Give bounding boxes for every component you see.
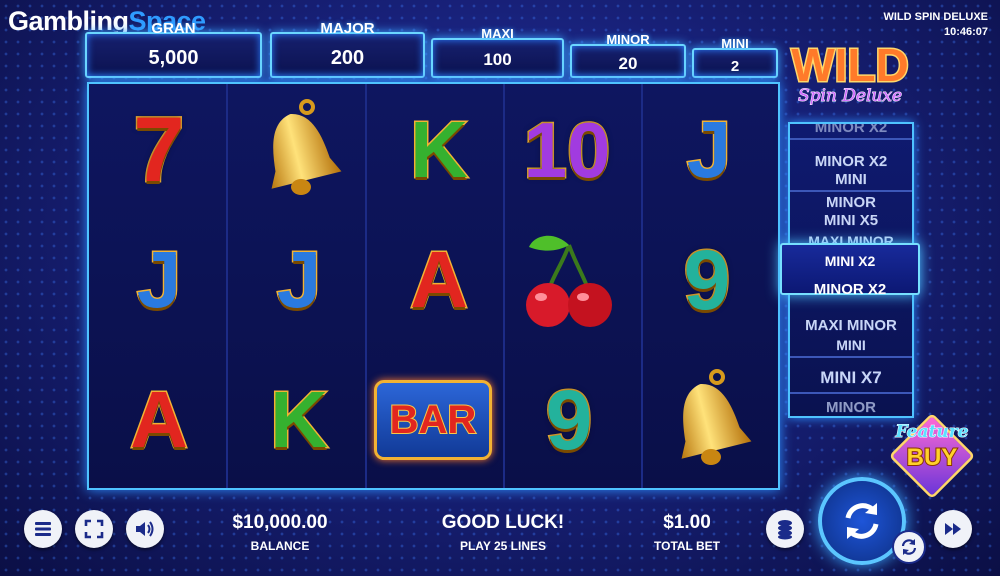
- logo-subtitle: Spin Deluxe: [797, 86, 903, 107]
- jackpot-label: MAJOR: [320, 20, 375, 37]
- ladder-item: MINOR: [826, 194, 876, 211]
- jackpot-grand: GRAN 5,000: [85, 20, 262, 78]
- bet-display: $1.00 TOTAL BET: [628, 512, 746, 553]
- jackpot-value: 200: [330, 47, 365, 69]
- ladder-active-item: MINI X2 MINOR X2: [780, 243, 920, 295]
- wild-spin-deluxe-logo: WILD Spin Deluxe: [786, 39, 914, 107]
- ladder-item: MINI: [835, 171, 867, 188]
- status-message: GOOD LUCK!: [441, 512, 565, 533]
- symbol-j: J: [685, 104, 733, 196]
- ladder-item: MAXI MINOR: [805, 317, 897, 334]
- jackpot-value: 20: [618, 54, 638, 73]
- jackpot-mini: MINI 2: [692, 36, 778, 78]
- jackpot-minor: MINOR 20: [570, 32, 686, 78]
- speaker-icon: [136, 521, 154, 537]
- reel-grid: 7 K 10 J J J A 9 A K BAR 9: [87, 82, 780, 490]
- reel-divider: [503, 84, 505, 488]
- message-display: GOOD LUCK! PLAY 25 LINES: [418, 512, 588, 553]
- bar-text: BAR: [389, 397, 478, 443]
- symbol-a: A: [409, 234, 470, 326]
- fullscreen-icon: [84, 519, 104, 539]
- ladder-item: MINOR X2: [814, 122, 888, 136]
- reel-divider: [641, 84, 643, 488]
- fullscreen-button[interactable]: [75, 510, 113, 548]
- jackpot-label: MAXI: [481, 26, 514, 41]
- lines-label: PLAY 25 LINES: [459, 539, 547, 553]
- symbol-seven: 7: [132, 97, 186, 202]
- game-title: WILD SPIN DELUXE: [883, 11, 988, 23]
- fast-forward-icon: [945, 523, 961, 535]
- bet-settings-button[interactable]: [766, 510, 804, 548]
- menu-button[interactable]: [24, 510, 62, 548]
- ladder-item: MINI: [836, 337, 866, 353]
- ladder-item: MINOR X2: [814, 153, 888, 170]
- ladder-item: MINOR: [826, 399, 876, 416]
- symbol-a: A: [129, 374, 190, 466]
- turbo-button[interactable]: [934, 510, 972, 548]
- reel-divider: [365, 84, 367, 488]
- autoplay-icon: [901, 539, 917, 555]
- ladder-item: MINI X7: [820, 368, 882, 387]
- clock: 10:46:07: [943, 26, 988, 38]
- ladder-active-below: MINOR X2: [813, 281, 887, 295]
- jackpot-major: MAJOR 200: [270, 20, 425, 78]
- symbol-k: K: [409, 104, 470, 196]
- cherries-symbol-icon: [509, 220, 629, 340]
- feature-buy-line2: BUY: [906, 443, 959, 472]
- jackpot-maxi: MAXI 100: [431, 26, 564, 78]
- coins-icon: [778, 520, 792, 540]
- jackpot-value: 2: [730, 58, 740, 75]
- jackpot-value: 5,000: [148, 47, 199, 69]
- bell-symbol-icon: [649, 360, 769, 480]
- symbol-nine: 9: [682, 231, 732, 328]
- symbol-ten: 10: [522, 104, 612, 195]
- bet-label: TOTAL BET: [654, 539, 720, 553]
- jackpot-value: 100: [483, 50, 512, 69]
- autoplay-button[interactable]: [892, 530, 926, 564]
- logo-wild: WILD: [790, 39, 911, 92]
- bell-symbol-icon: [239, 90, 359, 210]
- menu-icon: [35, 522, 51, 536]
- ladder-item: MINI X5: [823, 212, 879, 229]
- bet-value: $1.00: [663, 512, 711, 533]
- bar-symbol-plate: BAR: [374, 380, 492, 460]
- balance-value: $10,000.00: [232, 512, 328, 533]
- ladder-active-label: MINI X2: [824, 253, 876, 269]
- reel-divider: [226, 84, 228, 488]
- feature-buy-line1: Feature: [895, 422, 969, 443]
- symbol-nine: 9: [544, 371, 594, 468]
- sound-button[interactable]: [126, 510, 164, 548]
- balance-display: $10,000.00 BALANCE: [205, 512, 355, 553]
- feature-buy-button[interactable]: Feature BUY: [878, 412, 986, 500]
- jackpot-label: MINOR: [606, 32, 650, 47]
- game-title-block: WILD SPIN DELUXE 10:46:07: [883, 10, 988, 40]
- symbol-k: K: [269, 374, 330, 466]
- symbol-j: J: [135, 234, 183, 326]
- symbol-bar: BAR: [373, 360, 493, 480]
- symbol-j: J: [275, 234, 323, 326]
- jackpot-label: MINI: [721, 36, 749, 51]
- jackpot-label: GRAN: [151, 20, 196, 37]
- spin-arrows-icon: [845, 503, 879, 539]
- balance-label: BALANCE: [250, 539, 310, 553]
